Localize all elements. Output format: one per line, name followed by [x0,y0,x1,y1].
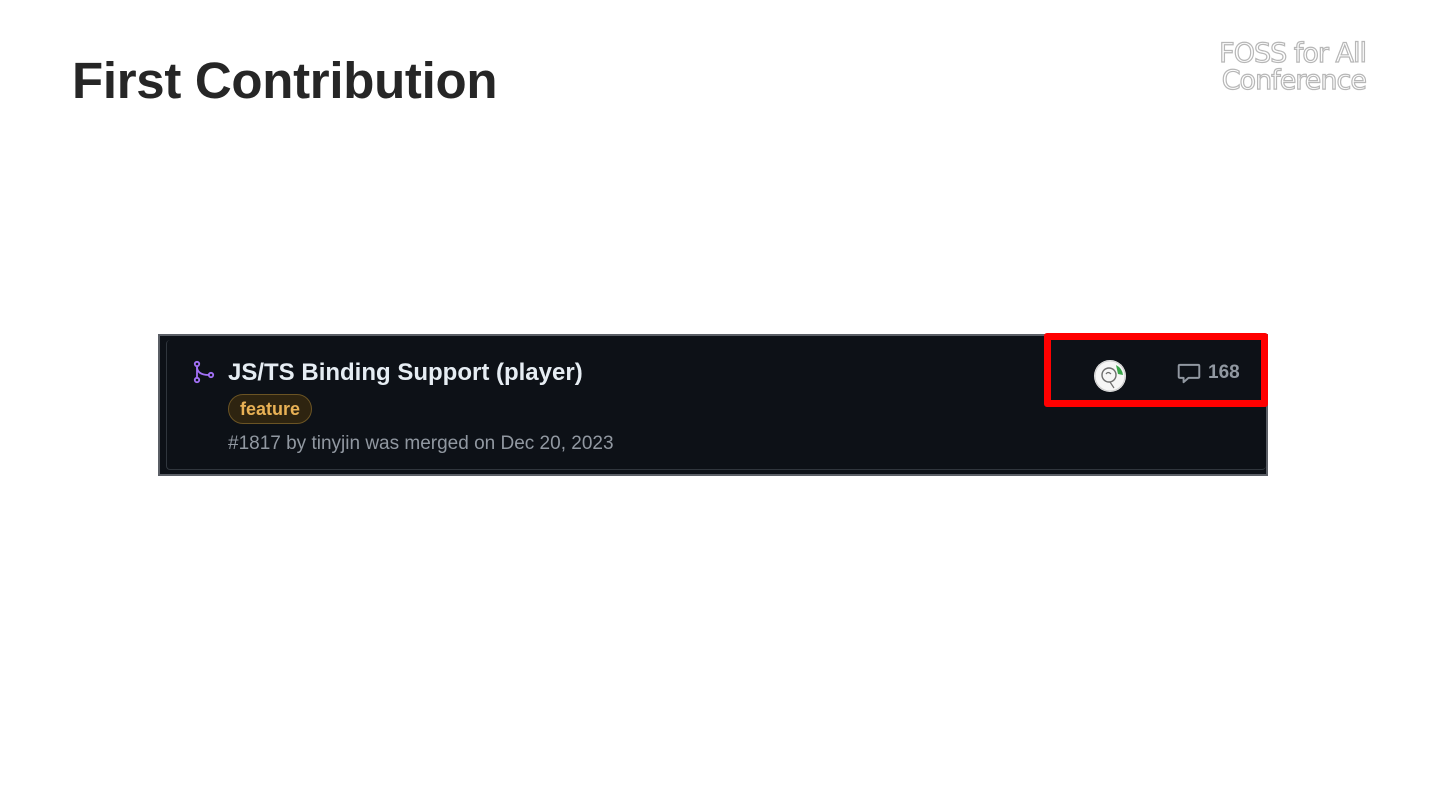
highlight-box [1044,333,1268,407]
pull-request-meta: #1817 by tinyjin was merged on Dec 20, 2… [228,433,614,454]
conference-logo: FOSS for All Conference [1219,38,1368,96]
feature-label[interactable]: feature [228,394,313,424]
conference-logo-line2: Conference [1221,65,1367,96]
slide-title: First Contribution [72,52,498,109]
git-merge-icon [193,360,215,384]
conference-logo-line1: FOSS for All [1219,38,1368,69]
pull-request-title[interactable]: JS/TS Binding Support (player) [228,358,583,388]
